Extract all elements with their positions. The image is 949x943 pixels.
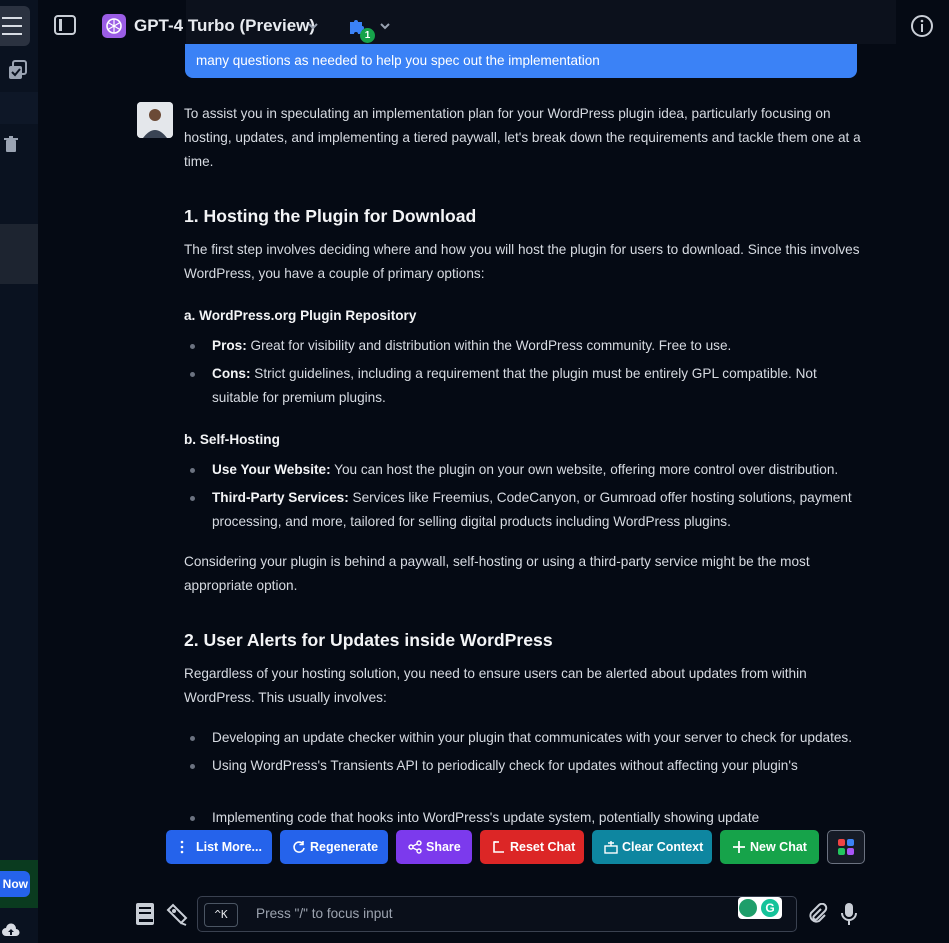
extension-icon[interactable] [739, 899, 757, 917]
list-item: Pros: Great for visibility and distribut… [184, 334, 864, 358]
list-more-button[interactable]: List More... [166, 830, 272, 864]
paragraph: The first step involves deciding where a… [184, 242, 860, 281]
user-message: many questions as needed to help you spe… [185, 44, 857, 78]
intro-paragraph: To assist you in speculating an implemen… [184, 106, 861, 169]
assistant-message: To assist you in speculating an implemen… [184, 102, 864, 830]
chevron-down-icon[interactable] [306, 19, 320, 33]
plus-icon [733, 841, 745, 853]
sidebar-active-item[interactable] [0, 224, 38, 284]
list-item: Third-Party Services: Services like Free… [184, 486, 864, 534]
assistant-avatar [137, 102, 173, 138]
grammarly-icon[interactable]: G [761, 899, 779, 917]
reset-chat-button[interactable]: Reset Chat [480, 830, 584, 864]
reset-icon [493, 841, 504, 853]
section-heading: 2. User Alerts for Updates inside WordPr… [184, 630, 553, 650]
sidebar: Now [0, 0, 38, 943]
chat-input[interactable]: ^K Press "/" to focus input G [197, 896, 797, 932]
subsection-heading: a. WordPress.org Plugin Repository [184, 308, 417, 323]
menu-icon[interactable] [0, 6, 30, 46]
refresh-icon [293, 841, 305, 853]
info-icon[interactable] [910, 14, 934, 38]
book-icon[interactable] [134, 902, 156, 926]
checklist-icon[interactable] [8, 60, 28, 82]
bullet-list: Pros: Great for visibility and distribut… [184, 334, 864, 410]
paragraph: Considering your plugin is behind a payw… [184, 554, 810, 593]
brush-icon[interactable] [165, 902, 189, 926]
sidebar-toggle-icon[interactable] [54, 15, 76, 35]
input-placeholder: Press "/" to focus input [256, 906, 393, 921]
section-heading: 1. Hosting the Plugin for Download [184, 206, 477, 226]
regenerate-button[interactable]: Regenerate [280, 830, 388, 864]
apps-grid-button[interactable] [827, 830, 865, 864]
clear-context-button[interactable]: Clear Context [592, 830, 712, 864]
cloud-upload-icon[interactable] [2, 922, 20, 940]
now-button[interactable]: Now [0, 871, 30, 897]
list-item: Using WordPress's Transients API to peri… [184, 754, 864, 778]
microphone-icon[interactable] [840, 902, 858, 926]
model-name[interactable]: GPT-4 Turbo (Preview) [134, 16, 315, 36]
paperclip-icon[interactable] [806, 903, 828, 925]
subsection-heading: b. Self-Hosting [184, 432, 280, 447]
list-item: Use Your Website: You can host the plugi… [184, 458, 864, 482]
sidebar-section [0, 92, 38, 124]
new-chat-button[interactable]: New Chat [720, 830, 819, 864]
bullet-list: Use Your Website: You can host the plugi… [184, 458, 864, 534]
list-item: Cons: Strict guidelines, including a req… [184, 362, 864, 410]
list-item: Developing an update checker within your… [184, 726, 864, 750]
broom-icon [604, 841, 618, 854]
paragraph: Regardless of your hosting solution, you… [184, 666, 807, 705]
grid-icon [838, 839, 854, 855]
shortcut-hint: ^K [204, 903, 238, 927]
openai-logo-icon [102, 14, 126, 38]
plugin-count-badge: 1 [360, 28, 375, 43]
trash-icon[interactable] [4, 136, 18, 152]
share-button[interactable]: Share [396, 830, 472, 864]
bullet-list: Developing an update checker within your… [184, 726, 864, 830]
chevron-down-icon[interactable] [378, 19, 392, 33]
more-vertical-icon [180, 840, 184, 854]
share-icon [408, 840, 422, 854]
